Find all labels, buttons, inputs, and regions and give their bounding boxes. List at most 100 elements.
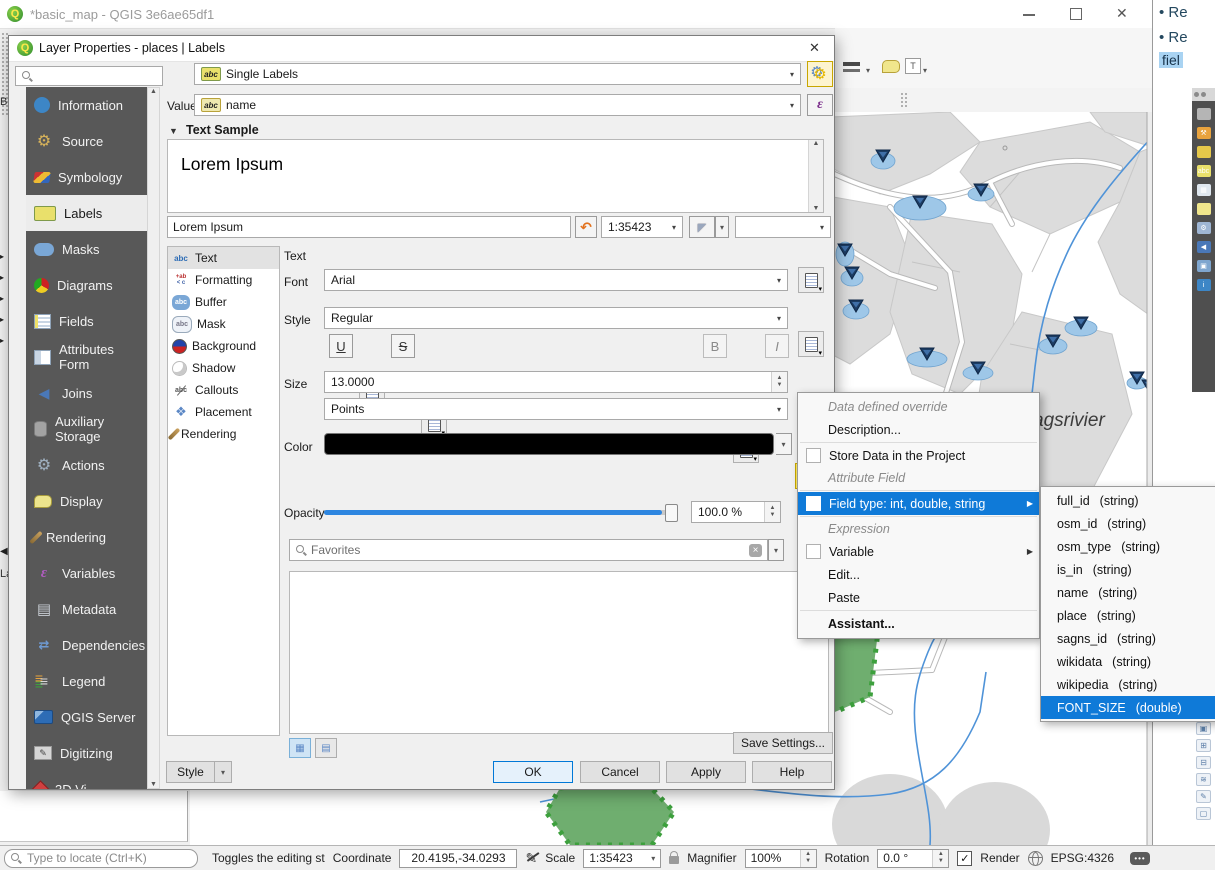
scroll-down-icon[interactable]: ▼ [150, 781, 157, 788]
label-toolbar-icon[interactable] [843, 62, 860, 74]
scroll-up-icon[interactable]: ▲ [150, 88, 157, 95]
properties-search-input[interactable] [15, 66, 163, 86]
favorites-dropdown-button[interactable]: ▾ [768, 539, 784, 561]
sidebar-scrollbar[interactable]: ▲▼ [147, 87, 160, 789]
field-option-font-size[interactable]: FONT_SIZE(double) [1041, 696, 1215, 719]
sidebar-item-diagrams[interactable]: Diagrams [26, 267, 147, 303]
spinner-arrows-icon[interactable]: ▲▼ [771, 372, 787, 392]
text-annotation-icon[interactable]: T [905, 58, 921, 74]
tab-formatting[interactable]: Formatting [168, 269, 279, 291]
rotation-spinner[interactable]: 0.0 ° ▲▼ [877, 849, 949, 868]
layer-expand-icon[interactable]: ▸ [0, 294, 4, 303]
tab-callouts[interactable]: Callouts [168, 379, 279, 401]
layer-expand-icon[interactable]: ▸ [0, 336, 4, 345]
close-window-button[interactable]: ✕ [1116, 5, 1128, 22]
sidebar-item-3d-vi[interactable]: 3D Vi [26, 771, 147, 789]
menu-item-paste[interactable]: Paste [798, 586, 1039, 609]
value-field-select[interactable]: abc name ▾ [194, 94, 801, 116]
sidebar-item-information[interactable]: Information [26, 87, 147, 123]
background-color-select[interactable]: ▾ [735, 216, 831, 238]
render-checkbox[interactable]: ✓ [957, 851, 972, 866]
sidebar-item-actions[interactable]: Actions [26, 447, 147, 483]
font-data-defined-button[interactable]: ▾ [798, 267, 824, 293]
size-spinner[interactable]: 13.0000 ▲▼ [324, 371, 788, 393]
editing-pen-icon[interactable]: ✎ [525, 850, 537, 867]
sidebar-item-fields[interactable]: Fields [26, 303, 147, 339]
label-toolbar-dropdown-icon[interactable]: ▾ [866, 66, 870, 75]
field-option-osm-id[interactable]: osm_id(string) [1041, 512, 1215, 535]
sidebar-item-variables[interactable]: Variables [26, 555, 147, 591]
messages-bubble-icon[interactable]: ••• [1130, 852, 1150, 865]
field-option-full-id[interactable]: full_id(string) [1041, 489, 1215, 512]
toolbar-drag-handle[interactable] [900, 92, 908, 108]
save-settings-button[interactable]: Save Settings... [733, 732, 833, 754]
strikethrough-button[interactable]: S [391, 334, 415, 358]
field-option-place[interactable]: place(string) [1041, 604, 1215, 627]
magnifier-spinner[interactable]: 100% ▲▼ [745, 849, 817, 868]
font-select[interactable]: Arial ▾ [324, 269, 788, 291]
scroll-up-icon[interactable]: ▲ [813, 140, 820, 147]
field-option-is-in[interactable]: is_in(string) [1041, 558, 1215, 581]
field-option-wikipedia[interactable]: wikipedia(string) [1041, 673, 1215, 696]
crs-globe-icon[interactable] [1028, 851, 1043, 866]
label-mode-select[interactable]: abc Single Labels ▾ [194, 63, 801, 85]
tab-rendering[interactable]: Rendering [168, 423, 279, 445]
sidebar-item-masks[interactable]: Masks [26, 231, 147, 267]
sidebar-item-symbology[interactable]: Symbology [26, 159, 147, 195]
menu-item-variable[interactable]: Variable▶ [798, 540, 1039, 563]
set-scale-from-canvas-button[interactable]: ◤ [689, 216, 715, 238]
slider-handle[interactable] [665, 504, 678, 522]
spinner-arrows-icon[interactable]: ▲▼ [764, 502, 780, 522]
style-menu-button[interactable]: Style [166, 761, 214, 783]
sidebar-item-digitizing[interactable]: Digitizing [26, 735, 147, 771]
layer-expand-icon[interactable]: ▸ [0, 252, 4, 261]
dialog-close-icon[interactable]: ✕ [809, 40, 820, 56]
clear-icon[interactable]: × [749, 544, 762, 557]
menu-item-field-type-int-double-string[interactable]: Field type: int, double, string▶ [798, 492, 1039, 515]
scale-select[interactable]: 1:35423 ▾ [583, 849, 661, 868]
list-view-button[interactable]: ▤ [315, 738, 337, 758]
scroll-down-icon[interactable]: ▼ [813, 205, 820, 212]
text-annotation-dropdown-icon[interactable]: ▾ [923, 66, 927, 75]
layer-expand-icon[interactable]: ▸ [0, 273, 4, 282]
tab-placement[interactable]: Placement [168, 401, 279, 423]
expression-builder-button[interactable]: ε [807, 94, 833, 116]
sidebar-item-dependencies[interactable]: Dependencies [26, 627, 147, 663]
opacity-slider[interactable] [324, 504, 676, 520]
sidebar-item-qgis-server[interactable]: QGIS Server [26, 699, 147, 735]
menu-item-description[interactable]: Description... [798, 418, 1039, 441]
sidebar-item-legend[interactable]: Legend [26, 663, 147, 699]
automated-placement-button[interactable]: ⚙ [807, 61, 833, 87]
sidebar-item-joins[interactable]: Joins [26, 375, 147, 411]
cancel-button[interactable]: Cancel [580, 761, 660, 783]
style-select[interactable]: Regular ▾ [324, 307, 788, 329]
italic-button[interactable]: I [765, 334, 789, 358]
sidebar-item-labels[interactable]: Labels [26, 195, 147, 231]
menu-item-store-data-in-the-project[interactable]: Store Data in the Project [798, 444, 1039, 467]
style-menu-dropdown[interactable]: ▾ [214, 761, 232, 783]
tab-mask[interactable]: Mask [168, 313, 279, 335]
help-button[interactable]: Help [752, 761, 832, 783]
field-option-sagns-id[interactable]: sagns_id(string) [1041, 627, 1215, 650]
size-unit-select[interactable]: Points ▾ [324, 398, 788, 420]
reset-sample-button[interactable]: ↶ [575, 216, 597, 238]
favorites-search-input[interactable]: Favorites × [289, 539, 768, 561]
spinner-arrows-icon[interactable]: ▲▼ [800, 850, 816, 867]
field-option-name[interactable]: name(string) [1041, 581, 1215, 604]
menu-item-assistant[interactable]: Assistant... [798, 612, 1039, 635]
preview-scale-select[interactable]: 1:35423 ▾ [601, 216, 683, 238]
opacity-spinner[interactable]: 100.0 % ▲▼ [691, 501, 781, 523]
bold-button[interactable]: B [703, 334, 727, 358]
sidebar-item-auxiliary-storage[interactable]: Auxiliary Storage [26, 411, 147, 447]
color-dropdown-button[interactable]: ▾ [776, 433, 792, 455]
panel-collapse-icon[interactable]: ◀ [0, 546, 8, 557]
menu-item-edit[interactable]: Edit... [798, 563, 1039, 586]
icon-view-button[interactable]: ▦ [289, 738, 311, 758]
sidebar-item-rendering[interactable]: Rendering [26, 519, 147, 555]
locate-input[interactable]: Type to locate (Ctrl+K) [4, 849, 198, 868]
tab-buffer[interactable]: Buffer [168, 291, 279, 313]
style-data-defined-button[interactable]: ▾ [798, 331, 824, 357]
minimize-button[interactable] [1023, 14, 1035, 16]
sidebar-item-source[interactable]: Source [26, 123, 147, 159]
tab-text[interactable]: Text [168, 247, 279, 269]
